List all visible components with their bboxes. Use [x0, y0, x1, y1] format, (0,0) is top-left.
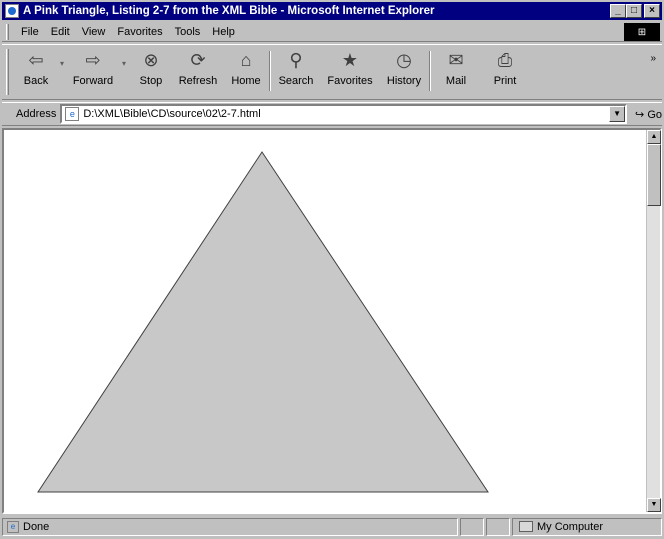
status-text: Done	[23, 520, 50, 533]
forward-dropdown[interactable]: ▾	[119, 59, 129, 68]
mail-button[interactable]: ✉ Mail	[431, 45, 481, 99]
history-button[interactable]: ◷ History	[379, 45, 429, 99]
minimize-button[interactable]: _	[610, 4, 626, 18]
back-arrow-icon: ⇦	[28, 49, 44, 70]
forward-button[interactable]: ⇨ Forward	[67, 45, 119, 99]
menu-view[interactable]: View	[76, 26, 112, 38]
address-input[interactable]: e D:\XML\Bible\CD\source\02\2-7.html ▼	[60, 104, 628, 124]
security-zone: My Computer	[512, 517, 662, 536]
go-arrow-icon: ↪	[635, 108, 645, 121]
menu-tools[interactable]: Tools	[169, 26, 207, 38]
favorites-label: Favorites	[327, 75, 373, 87]
toolbar-grip[interactable]	[6, 49, 9, 95]
standard-toolbar: ⇦ Back ▾ ⇨ Forward ▾ ⊗ Stop ⟳ Refresh ⌂ …	[2, 44, 662, 100]
refresh-button[interactable]: ⟳ Refresh	[173, 45, 223, 99]
favorites-icon: ★	[341, 49, 359, 70]
back-label: Back	[23, 75, 49, 87]
history-icon: ◷	[396, 49, 412, 70]
stop-button[interactable]: ⊗ Stop	[129, 45, 173, 99]
title-bar[interactable]: A Pink Triangle, Listing 2-7 from the XM…	[2, 2, 662, 20]
menu-bar: File Edit View Favorites Tools Help ⊞	[2, 22, 662, 42]
search-icon: ⚲	[289, 49, 303, 70]
toolbar-more-chevron-icon[interactable]: »	[650, 53, 656, 64]
menu-edit[interactable]: Edit	[45, 26, 76, 38]
ie-app-icon[interactable]	[5, 4, 19, 18]
search-button[interactable]: ⚲ Search	[271, 45, 321, 99]
back-dropdown[interactable]: ▾	[57, 59, 67, 68]
refresh-icon: ⟳	[190, 49, 206, 70]
menu-file[interactable]: File	[15, 26, 45, 38]
menu-help[interactable]: Help	[206, 26, 241, 38]
home-button[interactable]: ⌂ Home	[223, 45, 269, 99]
stop-label: Stop	[139, 75, 163, 87]
print-icon: ⎙	[497, 49, 513, 70]
status-bar: e Done My Computer	[2, 516, 662, 537]
history-label: History	[386, 75, 422, 87]
window-title: A Pink Triangle, Listing 2-7 from the XM…	[23, 5, 435, 17]
address-value[interactable]: D:\XML\Bible\CD\source\02\2-7.html	[83, 108, 609, 120]
home-icon: ⌂	[240, 49, 252, 70]
print-label: Print	[493, 75, 517, 87]
status-main: e Done	[2, 517, 458, 536]
my-computer-icon	[519, 521, 533, 532]
home-label: Home	[231, 75, 261, 87]
go-button[interactable]: ↪ Go	[635, 108, 662, 121]
address-dropdown-button[interactable]: ▼	[609, 106, 626, 122]
browser-window: A Pink Triangle, Listing 2-7 from the XM…	[0, 0, 664, 539]
favorites-button[interactable]: ★ Favorites	[321, 45, 379, 99]
forward-label: Forward	[72, 75, 114, 87]
go-label: Go	[647, 108, 662, 121]
scroll-up-button[interactable]: ▲	[647, 130, 661, 144]
mail-label: Mail	[445, 75, 467, 87]
page-icon: e	[65, 107, 80, 121]
address-bar: Address e D:\XML\Bible\CD\source\02\2-7.…	[2, 102, 662, 126]
zone-label: My Computer	[537, 520, 604, 533]
menubar-grip[interactable]	[6, 23, 9, 40]
scroll-down-button[interactable]: ▼	[647, 498, 661, 512]
windows-logo-icon: ⊞	[624, 23, 660, 41]
back-button[interactable]: ⇦ Back	[15, 45, 57, 99]
window-controls: _ □ ×	[610, 4, 660, 18]
close-button[interactable]: ×	[644, 4, 660, 18]
scroll-thumb[interactable]	[647, 144, 661, 206]
forward-arrow-icon: ⇨	[85, 49, 101, 70]
triangle-canvas	[37, 151, 489, 493]
search-label: Search	[278, 75, 314, 87]
mail-icon: ✉	[448, 49, 464, 70]
address-label: Address	[16, 108, 57, 120]
pink-triangle	[37, 151, 489, 493]
status-page-icon: e	[7, 520, 19, 533]
status-cell	[460, 517, 484, 536]
print-button[interactable]: ⎙ Print	[481, 45, 529, 99]
refresh-label: Refresh	[178, 75, 218, 87]
status-cell	[486, 517, 510, 536]
maximize-button[interactable]: □	[626, 4, 642, 18]
stop-icon: ⊗	[143, 49, 159, 70]
vertical-scrollbar[interactable]: ▲ ▼	[646, 130, 661, 512]
page-content: ▲ ▼	[2, 128, 662, 514]
menu-favorites[interactable]: Favorites	[111, 26, 168, 38]
